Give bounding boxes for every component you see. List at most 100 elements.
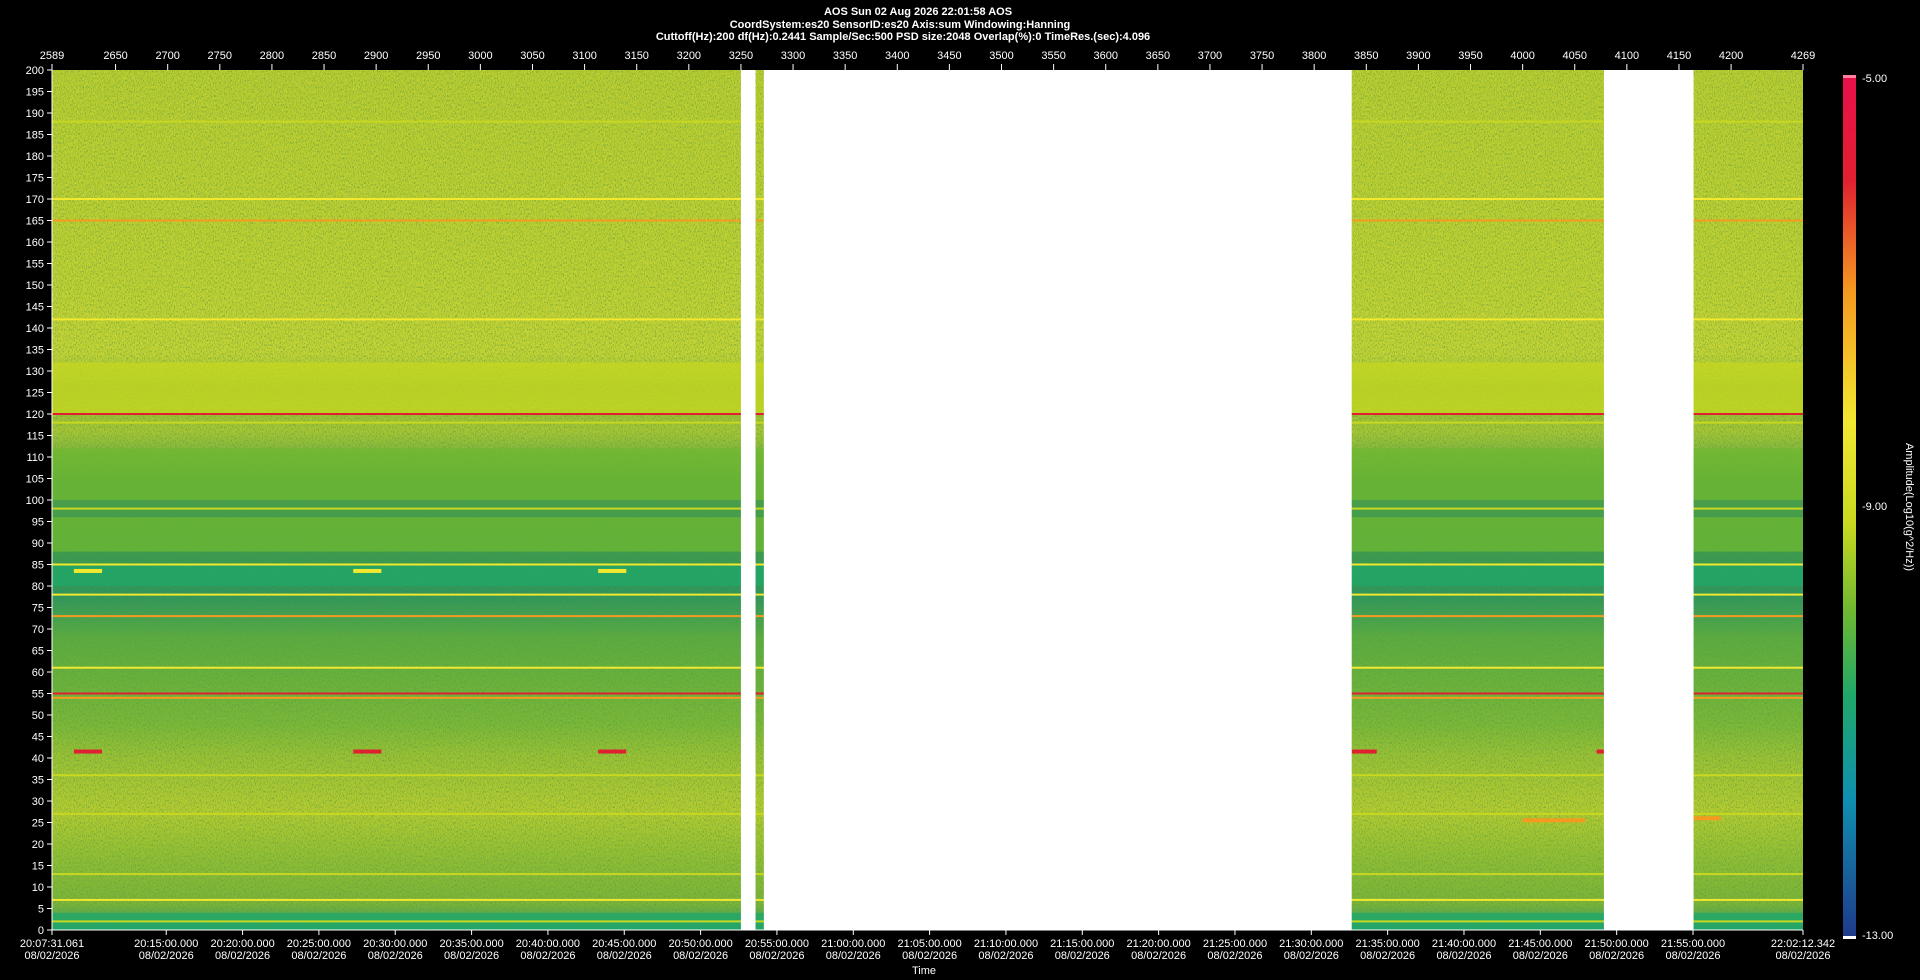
time-tick-date-2: 08/02/2026	[215, 950, 270, 962]
segment-6	[1351, 749, 1377, 754]
y-tick-label-145: 145	[26, 302, 44, 314]
data-gap-2	[1603, 70, 1694, 930]
chart-subtitle-2: Cuttoff(Hz):200 df(Hz):0.2441 Sample/Sec…	[656, 31, 1150, 43]
top-tick-label-3500: 3500	[989, 50, 1013, 62]
y-tick-label-75: 75	[32, 603, 44, 615]
y-tick-label-110: 110	[26, 452, 44, 464]
top-tick-label-3650: 3650	[1146, 50, 1170, 62]
y-tick-label-55: 55	[32, 689, 44, 701]
segment-5	[598, 749, 627, 754]
time-tick-date-12: 08/02/2026	[978, 950, 1033, 962]
top-tick-label-3150: 3150	[624, 50, 648, 62]
y-tick-label-10: 10	[32, 882, 44, 894]
time-tick-label-12: 21:10:00.000	[974, 938, 1038, 950]
plot-area	[52, 70, 1803, 930]
y-tick-label-60: 60	[32, 667, 44, 679]
segment-3	[73, 749, 103, 754]
top-tick-label-3850: 3850	[1354, 50, 1378, 62]
top-tick-label-3000: 3000	[468, 50, 492, 62]
time-tick-date-10: 08/02/2026	[826, 950, 881, 962]
time-tick-date-21: 08/02/2026	[1665, 950, 1720, 962]
top-tick-label-4150: 4150	[1667, 50, 1691, 62]
y-tick-label-80: 80	[32, 581, 44, 593]
colorbar-tick-max: -5.00	[1862, 73, 1887, 85]
top-tick-label-3750: 3750	[1250, 50, 1274, 62]
y-tick-label-105: 105	[26, 474, 44, 486]
time-tick-label-0: 20:07:31.061	[20, 938, 84, 950]
y-tick-label-85: 85	[32, 560, 44, 572]
time-tick-label-1: 20:15:00.000	[134, 938, 198, 950]
time-tick-label-9: 20:55:00.000	[745, 938, 809, 950]
time-tick-label-13: 21:15:00.000	[1050, 938, 1114, 950]
colorbar-tick-mid: -9.00	[1862, 501, 1887, 513]
top-tick-label-4100: 4100	[1615, 50, 1639, 62]
segment-1	[353, 568, 382, 573]
top-tick-label-3700: 3700	[1198, 50, 1222, 62]
top-tick-label-3550: 3550	[1041, 50, 1065, 62]
colorbar-tick-min: -13.00	[1862, 930, 1893, 942]
time-tick-date-18: 08/02/2026	[1436, 950, 1491, 962]
time-tick-label-17: 21:35:00.000	[1356, 938, 1420, 950]
top-tick-label-3450: 3450	[937, 50, 961, 62]
top-tick-label-3400: 3400	[885, 50, 909, 62]
colorbar-max-marker	[1843, 75, 1856, 78]
time-tick-label-19: 21:45:00.000	[1508, 938, 1572, 950]
time-tick-label-5: 20:35:00.000	[439, 938, 503, 950]
time-tick-label-21: 21:55:00.000	[1661, 938, 1725, 950]
y-tick-label-65: 65	[32, 646, 44, 658]
time-tick-date-3: 08/02/2026	[291, 950, 346, 962]
colorbar-label: Amplitude(Log10(g^2/Hz))	[1903, 443, 1915, 571]
y-tick-label-180: 180	[26, 151, 44, 163]
top-tick-label-3250: 3250	[729, 50, 753, 62]
y-tick-label-115: 115	[26, 431, 44, 443]
segment-2	[598, 568, 627, 573]
time-tick-label-3: 20:25:00.000	[287, 938, 351, 950]
top-tick-label-4269: 4269	[1791, 50, 1815, 62]
time-tick-label-4: 20:30:00.000	[363, 938, 427, 950]
y-tick-label-45: 45	[32, 732, 44, 744]
chart-subtitle-1: CoordSystem:es20 SensorID:es20 Axis:sum …	[730, 19, 1071, 31]
top-tick-label-2850: 2850	[312, 50, 336, 62]
time-tick-date-0: 08/02/2026	[24, 950, 79, 962]
y-tick-label-70: 70	[32, 624, 44, 636]
y-tick-label-155: 155	[26, 259, 44, 271]
time-tick-date-5: 08/02/2026	[444, 950, 499, 962]
time-tick-date-11: 08/02/2026	[902, 950, 957, 962]
y-tick-label-5: 5	[38, 904, 44, 916]
time-tick-label-15: 21:25:00.000	[1203, 938, 1267, 950]
data-gap-0	[740, 70, 756, 930]
y-tick-label-15: 15	[32, 861, 44, 873]
time-tick-label-11: 21:05:00.000	[897, 938, 961, 950]
segment-8	[1522, 818, 1586, 823]
top-tick-label-4050: 4050	[1563, 50, 1587, 62]
y-tick-label-35: 35	[32, 775, 44, 787]
time-tick-date-14: 08/02/2026	[1131, 950, 1186, 962]
y-tick-label-50: 50	[32, 710, 44, 722]
segment-7	[1596, 749, 1604, 754]
top-tick-label-3800: 3800	[1302, 50, 1326, 62]
y-tick-label-135: 135	[26, 345, 44, 357]
y-tick-label-0: 0	[38, 925, 44, 937]
time-tick-label-2: 20:20:00.000	[210, 938, 274, 950]
y-tick-label-125: 125	[26, 388, 44, 400]
y-tick-label-40: 40	[32, 753, 44, 765]
top-tick-label-4000: 4000	[1510, 50, 1534, 62]
time-tick-label-22: 22:02:12.342	[1771, 938, 1835, 950]
top-tick-label-2650: 2650	[103, 50, 127, 62]
time-tick-date-22: 08/02/2026	[1775, 950, 1830, 962]
top-tick-label-2700: 2700	[155, 50, 179, 62]
y-tick-label-20: 20	[32, 839, 44, 851]
y-tick-label-90: 90	[32, 538, 44, 550]
time-tick-date-16: 08/02/2026	[1284, 950, 1339, 962]
time-tick-label-7: 20:45:00.000	[592, 938, 656, 950]
colorbar-min-marker	[1843, 936, 1856, 939]
top-tick-label-3100: 3100	[572, 50, 596, 62]
y-tick-label-170: 170	[26, 194, 44, 206]
top-tick-label-3350: 3350	[833, 50, 857, 62]
top-tick-label-4200: 4200	[1719, 50, 1743, 62]
y-tick-label-185: 185	[26, 130, 44, 142]
data-gap-1	[763, 70, 1352, 930]
top-tick-label-3300: 3300	[781, 50, 805, 62]
segment-4	[353, 749, 382, 754]
top-tick-label-3900: 3900	[1406, 50, 1430, 62]
